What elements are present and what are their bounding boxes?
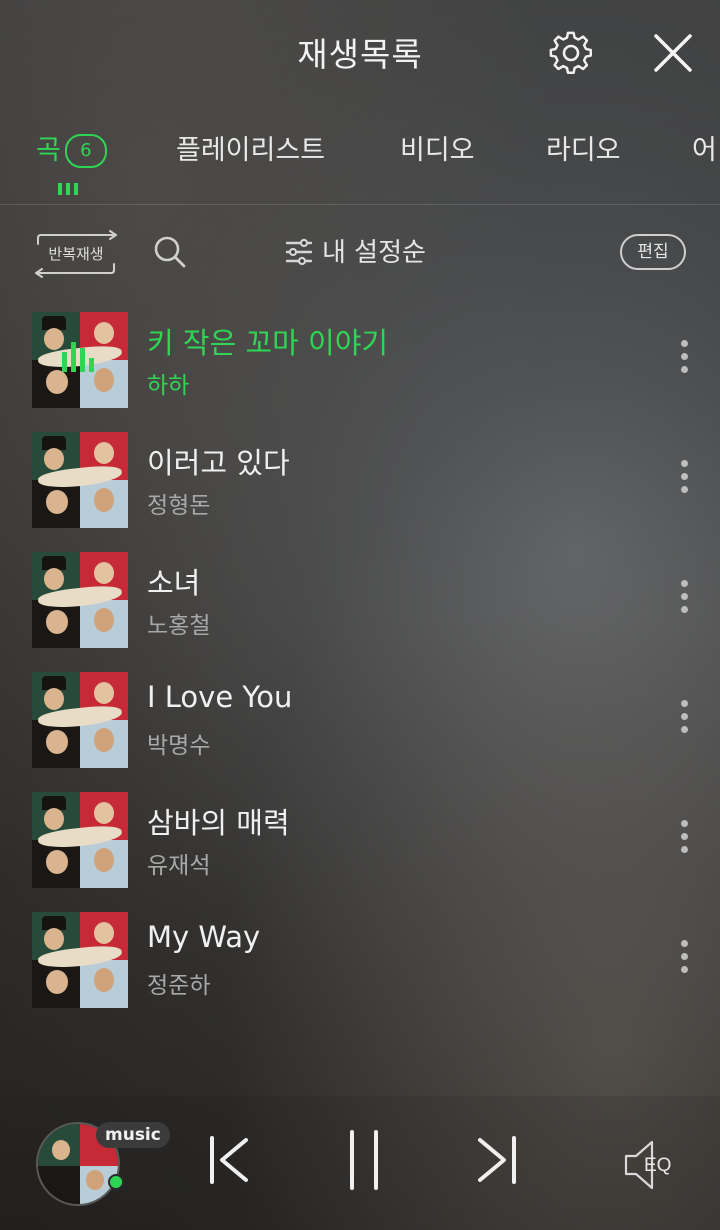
list-item[interactable]: My Way 정준하 — [0, 900, 720, 1020]
list-item[interactable]: 소녀 노홍철 — [0, 540, 720, 660]
tab-more[interactable]: 어 — [692, 128, 717, 167]
active-tab-indicator — [58, 180, 84, 195]
close-icon[interactable] — [650, 30, 696, 76]
header: 재생목록 — [0, 0, 720, 105]
tab-songs[interactable]: 곡6 — [36, 128, 107, 168]
previous-icon[interactable] — [206, 1132, 254, 1188]
album-art — [32, 672, 128, 768]
more-vertical-icon[interactable] — [670, 700, 698, 740]
list-item[interactable]: 키 작은 꼬마 이야기 하하 — [0, 300, 720, 420]
song-title: 소녀 — [147, 566, 201, 600]
mini-player: music EQ — [0, 1096, 720, 1230]
eq-speaker-icon[interactable]: EQ — [622, 1138, 688, 1192]
song-title: 이러고 있다 — [147, 446, 290, 480]
song-title: My Way — [147, 920, 261, 954]
more-vertical-icon[interactable] — [670, 460, 698, 500]
tab-playlists[interactable]: 플레이리스트 — [176, 128, 325, 167]
song-artist: 유재석 — [147, 853, 211, 879]
list-toolbar: 반복재생 내 설정순 편집 — [0, 226, 720, 282]
song-artist: 하하 — [147, 373, 190, 399]
repeat-label: 반복재생 — [48, 245, 104, 263]
more-vertical-icon[interactable] — [670, 940, 698, 980]
tab-bar: 곡6 플레이리스트 비디오 라디오 어 — [0, 118, 720, 205]
sort-label: 내 설정순 — [322, 238, 426, 268]
list-item[interactable]: 이러고 있다 정형돈 — [0, 420, 720, 540]
song-artist: 정준하 — [147, 973, 211, 999]
tab-label: 곡 — [36, 135, 61, 166]
song-title: 삼바의 매력 — [147, 806, 290, 840]
tab-video[interactable]: 비디오 — [400, 128, 475, 167]
pause-icon[interactable] — [344, 1128, 384, 1192]
album-art — [32, 792, 128, 888]
page-title: 재생목록 — [297, 35, 423, 74]
settings-icon[interactable] — [548, 30, 594, 76]
album-art — [32, 312, 128, 408]
album-art — [32, 552, 128, 648]
music-badge: music — [96, 1122, 170, 1148]
eq-label: EQ — [644, 1155, 671, 1176]
album-art — [32, 912, 128, 1008]
edit-button[interactable]: 편집 — [620, 234, 686, 270]
album-art — [32, 432, 128, 528]
sort-sliders-icon — [285, 238, 313, 266]
song-title: 키 작은 꼬마 이야기 — [147, 326, 389, 360]
list-item[interactable]: I Love You 박명수 — [0, 660, 720, 780]
sort-button[interactable]: 내 설정순 — [284, 232, 426, 272]
song-title: I Love You — [147, 680, 293, 714]
more-vertical-icon[interactable] — [670, 820, 698, 860]
repeat-button[interactable]: 반복재생 — [32, 230, 120, 278]
status-dot — [108, 1174, 124, 1190]
search-icon[interactable] — [152, 234, 188, 270]
more-vertical-icon[interactable] — [670, 340, 698, 380]
more-vertical-icon[interactable] — [670, 580, 698, 620]
song-artist: 박명수 — [147, 733, 211, 759]
next-icon[interactable] — [472, 1132, 520, 1188]
tab-radio[interactable]: 라디오 — [546, 128, 621, 167]
song-artist: 정형돈 — [147, 493, 211, 519]
list-item[interactable]: 삼바의 매력 유재석 — [0, 780, 720, 900]
song-artist: 노홍철 — [147, 613, 211, 639]
song-count-badge: 6 — [64, 134, 107, 168]
